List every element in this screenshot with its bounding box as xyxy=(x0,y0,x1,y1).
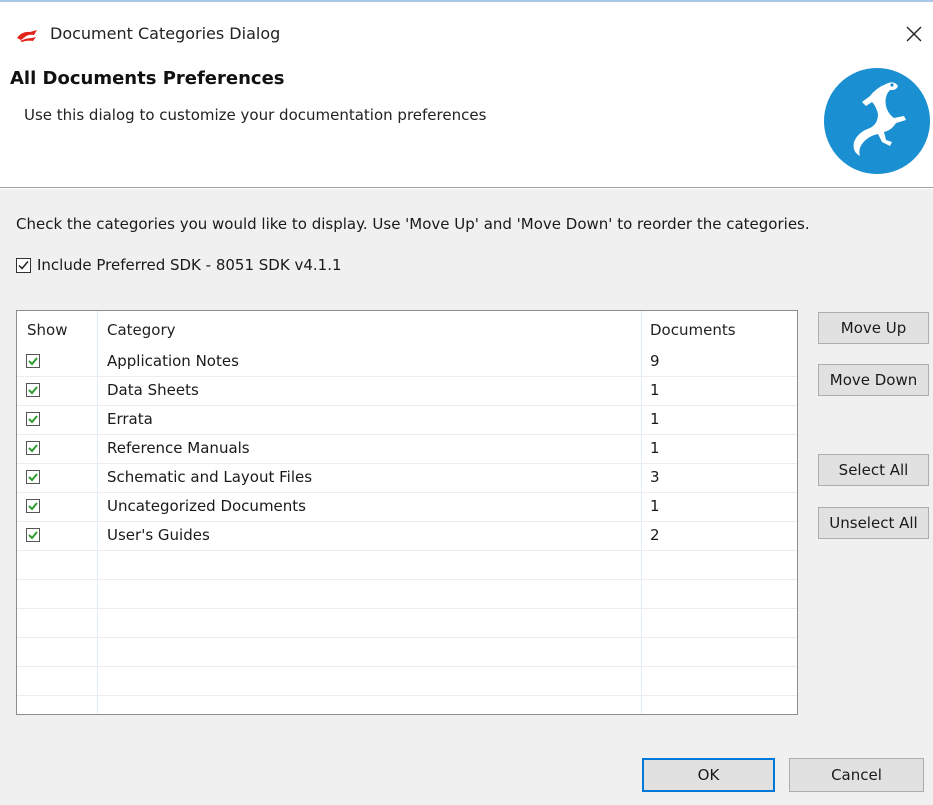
category-name: Errata xyxy=(107,410,153,428)
document-count: 1 xyxy=(650,497,660,515)
checkmark-icon xyxy=(28,473,38,482)
ok-button[interactable]: OK xyxy=(642,758,775,792)
document-count: 3 xyxy=(650,468,660,486)
table-row[interactable]: Schematic and Layout Files 3 xyxy=(17,464,797,493)
close-button[interactable] xyxy=(898,18,930,50)
unselect-all-button[interactable]: Unselect All xyxy=(818,507,929,539)
show-checkbox[interactable] xyxy=(26,354,40,368)
include-sdk-check-box[interactable] xyxy=(16,257,31,273)
empty-row-line xyxy=(17,637,797,638)
empty-row-line xyxy=(17,608,797,609)
page-subtitle: Use this dialog to customize your docume… xyxy=(24,106,487,124)
show-checkbox[interactable] xyxy=(26,470,40,484)
table-row[interactable]: Application Notes 9 xyxy=(17,348,797,377)
checkmark-icon xyxy=(28,415,38,424)
cancel-button[interactable]: Cancel xyxy=(789,758,924,792)
instruction-text: Check the categories you would like to d… xyxy=(16,215,810,233)
title-bar[interactable]: Document Categories Dialog xyxy=(0,10,933,58)
window-title: Document Categories Dialog xyxy=(50,24,281,43)
checkmark-icon xyxy=(28,357,38,366)
checkmark-icon xyxy=(28,386,38,395)
category-name: Data Sheets xyxy=(107,381,199,399)
app-logo-icon xyxy=(16,28,38,42)
category-name: Schematic and Layout Files xyxy=(107,468,313,486)
show-checkbox[interactable] xyxy=(26,441,40,455)
table-row[interactable]: User's Guides 2 xyxy=(17,522,797,551)
table-row[interactable]: Reference Manuals 1 xyxy=(17,435,797,464)
categories-table[interactable]: Show Category Documents Application Note… xyxy=(16,310,798,715)
column-header-category[interactable]: Category xyxy=(107,321,176,339)
category-name: User's Guides xyxy=(107,526,210,544)
gecko-logo-icon xyxy=(822,66,932,176)
category-name: Uncategorized Documents xyxy=(107,497,306,515)
table-row[interactable]: Data Sheets 1 xyxy=(17,377,797,406)
document-count: 1 xyxy=(650,381,660,399)
empty-row-line xyxy=(17,579,797,580)
checkmark-icon xyxy=(28,444,38,453)
document-count: 1 xyxy=(650,439,660,457)
checkmark-icon xyxy=(28,502,38,511)
close-icon xyxy=(906,26,922,42)
table-row[interactable]: Uncategorized Documents 1 xyxy=(17,493,797,522)
page-title: All Documents Preferences xyxy=(10,68,285,89)
document-count: 1 xyxy=(650,410,660,428)
checkmark-icon xyxy=(18,260,29,270)
window-top-border xyxy=(0,0,933,2)
empty-row-line xyxy=(17,695,797,696)
show-checkbox[interactable] xyxy=(26,383,40,397)
empty-row-line xyxy=(17,666,797,667)
column-header-documents[interactable]: Documents xyxy=(650,321,736,339)
category-name: Reference Manuals xyxy=(107,439,250,457)
document-count: 2 xyxy=(650,526,660,544)
show-checkbox[interactable] xyxy=(26,499,40,513)
checkmark-icon xyxy=(28,531,38,540)
include-sdk-label: Include Preferred SDK - 8051 SDK v4.1.1 xyxy=(37,256,342,274)
column-header-show[interactable]: Show xyxy=(27,321,67,339)
category-name: Application Notes xyxy=(107,352,239,370)
move-up-button[interactable]: Move Up xyxy=(818,312,929,344)
move-down-button[interactable]: Move Down xyxy=(818,364,929,396)
include-sdk-checkbox[interactable]: Include Preferred SDK - 8051 SDK v4.1.1 xyxy=(16,254,342,276)
select-all-button[interactable]: Select All xyxy=(818,454,929,486)
table-row[interactable]: Errata 1 xyxy=(17,406,797,435)
show-checkbox[interactable] xyxy=(26,528,40,542)
show-checkbox[interactable] xyxy=(26,412,40,426)
document-count: 9 xyxy=(650,352,660,370)
